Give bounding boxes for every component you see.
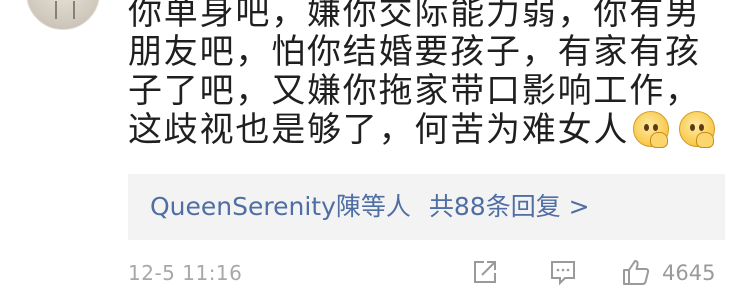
- comment-icon: [551, 261, 575, 286]
- share-button[interactable]: [470, 257, 500, 287]
- reply-button[interactable]: [548, 257, 578, 287]
- emoji-row: [633, 111, 725, 156]
- thinking-face-icon: [679, 111, 716, 148]
- thumbs-up-icon: [623, 260, 650, 285]
- thinking-face-icon: [633, 111, 670, 148]
- like-count: 4645: [662, 261, 716, 285]
- avatar-image: [55, 1, 75, 19]
- reply-users[interactable]: QueenSerenity陳等人: [150, 192, 411, 221]
- comment-footer: 12-5 11:16 4645: [128, 255, 725, 291]
- comment-body: 你单身吧，嫌你交际能力弱，你有男朋友吧，怕你结婚要孩子，有家有孩子了吧，又嫌你拖…: [128, 0, 728, 156]
- timestamp: 12-5 11:16: [128, 261, 243, 285]
- comment-text: 你单身吧，嫌你交际能力弱，你有男朋友吧，怕你结婚要孩子，有家有孩子了吧，又嫌你拖…: [128, 0, 701, 150]
- avatar[interactable]: [26, 0, 100, 30]
- share-icon: [474, 261, 496, 283]
- like-button[interactable]: [621, 257, 651, 287]
- replies-summary[interactable]: QueenSerenity陳等人 共88条回复 >: [128, 174, 725, 240]
- reply-count-link[interactable]: 共88条回复 >: [429, 192, 590, 221]
